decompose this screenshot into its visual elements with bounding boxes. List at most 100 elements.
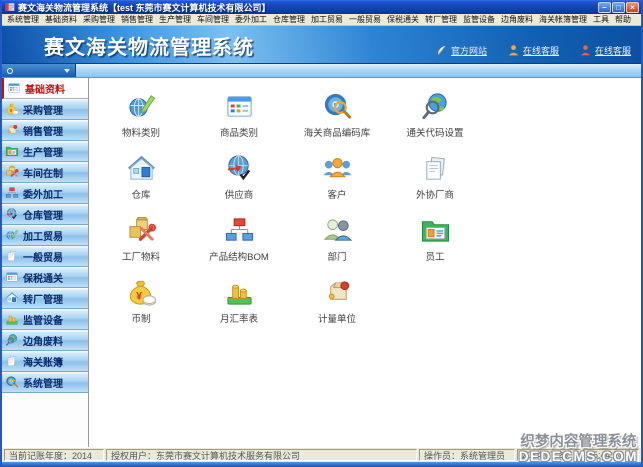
window-control-button[interactable]: – <box>598 2 611 13</box>
menu-item[interactable]: 委外加工 <box>232 14 270 25</box>
menu-item[interactable]: 工具 <box>590 14 612 25</box>
globe-arrow-icon <box>224 153 255 184</box>
boxes-tools-icon <box>5 165 19 179</box>
system-title: 赛文海关物流管理系统 <box>44 31 254 60</box>
sidebar-item-label: 销售管理 <box>23 123 63 138</box>
window-bottom-frame <box>2 462 641 467</box>
feature-tile[interactable]: 工厂物料 <box>92 215 190 277</box>
feature-tile[interactable]: 通关代码设置 <box>386 91 484 153</box>
window-control-button[interactable]: □ <box>612 2 625 13</box>
sidebar-item-label: 海关账簿 <box>23 354 63 369</box>
orgchart-icon <box>5 186 19 200</box>
menu-item[interactable]: 保税通关 <box>384 14 422 25</box>
status-licensed-user: 授权用户：东莞市赛文计算机技术服务有限公司 <box>106 449 417 461</box>
feature-tile[interactable]: 海关商品编码库 <box>288 91 386 153</box>
tile-label: 月汇率表 <box>220 311 258 325</box>
tile-label: 部门 <box>327 249 346 263</box>
feature-tile-grid: 物料类别 商品类别 海关商品编码库 通关代码设置 <box>89 78 641 339</box>
sidebar-item[interactable]: 委外加工 <box>2 183 88 204</box>
feature-tile[interactable]: 月汇率表 <box>190 277 288 339</box>
status-date: 2014-07-25 <box>517 449 581 461</box>
banner-link[interactable]: 官方网站 <box>435 44 487 57</box>
menu-item[interactable]: 基础资料 <box>42 14 80 25</box>
sidebar-item-label: 基础资料 <box>25 81 65 96</box>
sidebar-item[interactable]: 采购管理 <box>2 99 88 120</box>
sidebar-item-label: 委外加工 <box>23 186 63 201</box>
sidebar-item[interactable]: 基础资料 <box>2 78 88 99</box>
menu-item[interactable]: 加工贸易 <box>308 14 346 25</box>
status-time: 15:44:24 <box>583 449 639 461</box>
navigation-dropdown[interactable] <box>2 64 76 77</box>
menu-item[interactable]: 一般贸易 <box>346 14 384 25</box>
sidebar-item[interactable]: 生产管理 <box>2 141 88 162</box>
sidebar-item-label: 转厂管理 <box>23 291 63 306</box>
sidebar-item[interactable]: 海关账簿 <box>2 351 88 372</box>
chevron-down-icon <box>64 69 70 73</box>
menu-item[interactable]: 车间管理 <box>194 14 232 25</box>
banner-link[interactable]: 在线客服 <box>507 44 559 57</box>
banner-link-label: 在线客服 <box>595 44 631 57</box>
app-logo-icon <box>5 2 15 12</box>
menu-item[interactable]: 系统管理 <box>4 14 42 25</box>
feature-tile[interactable]: 外协厂商 <box>386 153 484 215</box>
sidebar-item[interactable]: 车间在制 <box>2 162 88 183</box>
sidebar-item[interactable]: 加工贸易 <box>2 225 88 246</box>
tile-label: 通关代码设置 <box>406 125 463 139</box>
sidebar-item[interactable]: 系统管理 <box>2 372 88 393</box>
feature-tile[interactable]: 币制 <box>92 277 190 339</box>
people3-icon <box>322 153 353 184</box>
folder-card-icon <box>420 215 451 246</box>
feature-tile[interactable]: 客户 <box>288 153 386 215</box>
menu-item[interactable]: 监管设备 <box>460 14 498 25</box>
menu-item[interactable]: 海关帐簿管理 <box>536 14 590 25</box>
sidebar-item[interactable]: 销售管理 <box>2 120 88 141</box>
banner-links: 官方网站 在线客服 在线客服 <box>435 44 631 57</box>
status-operator: 操作员：系统管理员 <box>419 449 515 461</box>
coins-icon <box>5 312 19 326</box>
window-controls: – □ × <box>598 2 639 13</box>
feature-tile[interactable]: 产品结构BOM <box>190 215 288 277</box>
menu-bar: 系统管理 基础资料 采购管理 销售管理 生产管理 车间管理 委外加工 仓库管理 … <box>2 14 641 26</box>
sidebar-item-label: 一般贸易 <box>23 249 63 264</box>
globe-arrow-icon <box>5 207 19 221</box>
banner-link[interactable]: 在线客服 <box>579 44 631 57</box>
sidebar-item[interactable]: 监管设备 <box>2 309 88 330</box>
menu-item[interactable]: 帮助 <box>612 14 634 25</box>
feature-tile[interactable]: 员工 <box>386 215 484 277</box>
sidebar-item[interactable]: 一般贸易 <box>2 246 88 267</box>
feature-tile[interactable]: 部门 <box>288 215 386 277</box>
sidebar-item[interactable]: 保税通关 <box>2 267 88 288</box>
tile-label: 仓库 <box>131 187 150 201</box>
coins-icon <box>224 277 255 308</box>
feature-tile[interactable]: 仓库 <box>92 153 190 215</box>
tile-label: 商品类别 <box>220 125 258 139</box>
sidebar: 基础资料 采购管理 销售管理 生产管理 <box>2 78 89 447</box>
menu-item[interactable]: 边角废料 <box>498 14 536 25</box>
menu-item[interactable]: 销售管理 <box>118 14 156 25</box>
toolbar-strip <box>2 64 641 78</box>
cd-search-icon <box>5 375 19 389</box>
feature-tile[interactable]: 商品类别 <box>190 91 288 153</box>
dropdown-dot-icon <box>7 68 13 74</box>
feature-tile[interactable]: 计量单位 <box>288 277 386 339</box>
menu-item[interactable]: 生产管理 <box>156 14 194 25</box>
sidebar-item-label: 边角废料 <box>23 333 63 348</box>
window-control-button[interactable]: × <box>626 2 639 13</box>
window-grid-icon <box>5 270 19 284</box>
feature-tile[interactable]: 供应商 <box>190 153 288 215</box>
orgchart-icon <box>224 215 255 246</box>
window-grid-icon <box>224 91 255 122</box>
sidebar-item[interactable]: 边角废料 <box>2 330 88 351</box>
title-bar: 赛文海关物流管理系统【test 东莞市赛文计算机技术有限公司】 – □ × <box>2 0 641 14</box>
sidebar-item[interactable]: 仓库管理 <box>2 204 88 225</box>
moneybag-icon <box>126 277 157 308</box>
globe-pencil-icon <box>126 91 157 122</box>
menu-item[interactable]: 转厂管理 <box>422 14 460 25</box>
sidebar-item[interactable]: 转厂管理 <box>2 288 88 309</box>
menu-item[interactable]: 采购管理 <box>80 14 118 25</box>
banner: 赛文海关物流管理系统 官方网站 在线客服 在线客服 <box>2 26 641 64</box>
tile-label: 客户 <box>327 187 346 201</box>
cd-search-icon <box>322 91 353 122</box>
menu-item[interactable]: 仓库管理 <box>270 14 308 25</box>
feature-tile[interactable]: 物料类别 <box>92 91 190 153</box>
